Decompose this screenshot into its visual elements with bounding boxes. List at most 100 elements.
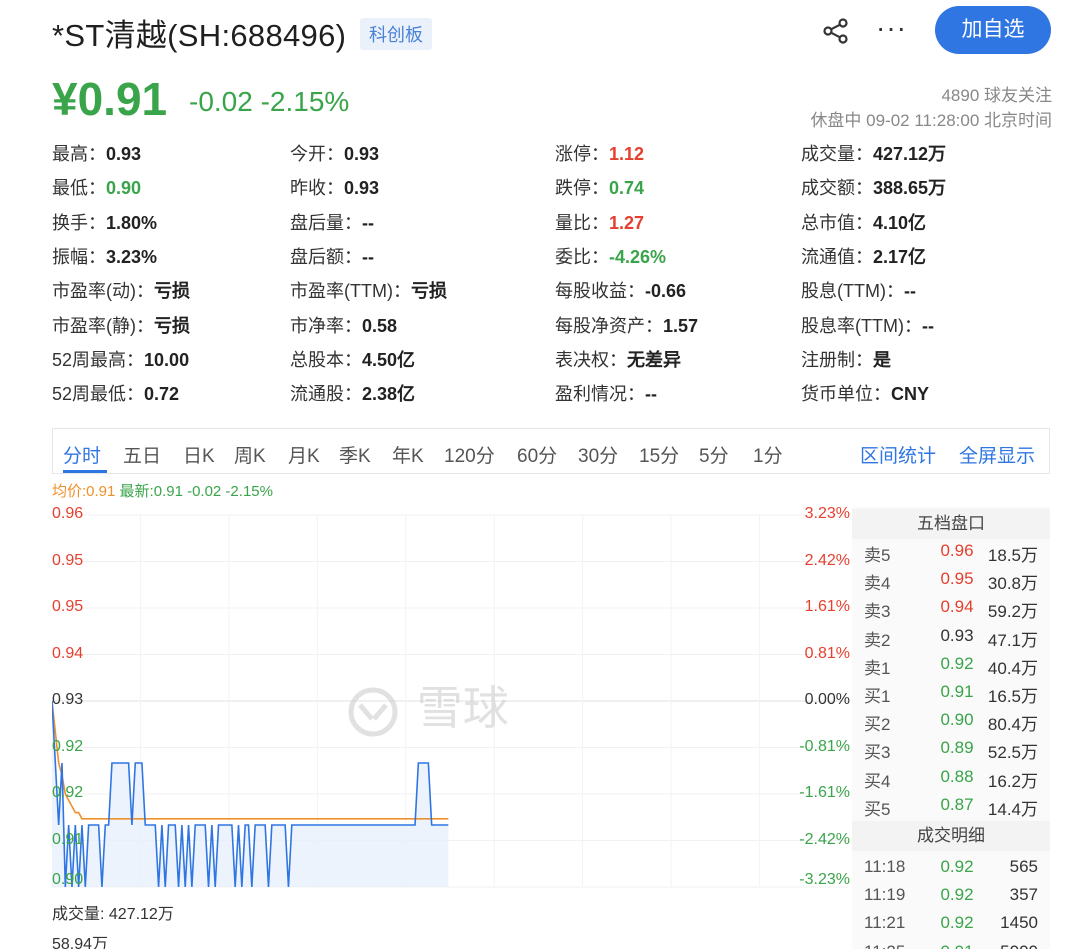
stat-value: 2.38亿 <box>362 384 416 405</box>
stat-label: 委比： <box>555 246 609 267</box>
stat-item: 成交额：388.65万 <box>801 174 946 200</box>
stat-label: 注册制： <box>801 349 873 370</box>
order-book-row[interactable]: 买2 0.90 80.4万 <box>852 706 1050 734</box>
order-book-row[interactable]: 卖4 0.95 30.8万 <box>852 565 1050 593</box>
share-icon[interactable] <box>822 18 850 44</box>
order-level-label: 卖2 <box>864 630 891 650</box>
stat-item: 换手：1.80% <box>52 209 157 235</box>
tab-period-3[interactable]: 周K <box>234 441 266 468</box>
order-price: 0.92 <box>940 653 974 673</box>
volume-label: 成交量: 427.12万 <box>52 906 174 923</box>
order-book-row[interactable]: 买3 0.89 52.5万 <box>852 734 1050 762</box>
order-book-row[interactable]: 卖2 0.93 47.1万 <box>852 622 1050 650</box>
tab-period-5[interactable]: 季K <box>339 441 371 468</box>
tab-timeshare[interactable]: 分时 <box>63 441 101 468</box>
tab-period-7[interactable]: 120分 <box>444 441 495 468</box>
stat-label: 最低： <box>52 178 106 199</box>
tab-period-4[interactable]: 月K <box>288 441 320 468</box>
order-quantity: 52.5万 <box>987 743 1038 763</box>
tab-period-6[interactable]: 年K <box>392 441 424 468</box>
stat-item: 市盈率(静)：亏损 <box>52 312 190 338</box>
stat-item: 盈利情况：-- <box>555 380 657 406</box>
tab-period-2[interactable]: 日K <box>183 441 215 468</box>
order-book-row[interactable]: 买1 0.91 16.5万 <box>852 678 1050 706</box>
order-price: 0.90 <box>940 710 974 730</box>
stat-label: 流通股： <box>290 384 362 405</box>
y-axis-percent-label: 3.23% <box>804 505 850 522</box>
stat-item: 市盈率(动)：亏损 <box>52 277 190 303</box>
stat-item: 总市值：4.10亿 <box>801 209 926 235</box>
y-axis-percent-label: 2.42% <box>804 551 850 569</box>
tab-period-1[interactable]: 五日 <box>123 441 161 468</box>
order-book-row[interactable]: 卖5 0.96 18.5万 <box>852 537 1050 565</box>
order-book-panel: 五档盘口 卖5 0.96 18.5万 卖4 0.95 30.8万 卖3 0.94 59.2万 卖2 0… <box>852 507 1050 949</box>
order-quantity: 47.1万 <box>987 630 1038 650</box>
latest-price-legend: 最新:0.91 -0.02 -2.15% <box>119 483 273 500</box>
fullscreen-button[interactable]: 全屏显示 <box>959 441 1035 468</box>
followers-count[interactable]: 4890 球友关注 <box>941 81 1052 106</box>
order-book-row[interactable]: 买4 0.88 16.2万 <box>852 763 1050 791</box>
order-level-label: 买5 <box>864 799 891 819</box>
trade-volume: 5000 <box>1000 942 1038 949</box>
y-axis-price-label: 0.95 <box>52 598 84 615</box>
stat-value: 1.27 <box>609 212 645 233</box>
stat-value: 10.00 <box>144 349 190 370</box>
stat-label: 跌停： <box>555 178 609 199</box>
order-price: 0.91 <box>940 682 974 701</box>
stat-item: 委比：-4.26% <box>555 243 666 269</box>
stat-item: 股息(TTM)：-- <box>801 277 916 303</box>
order-book-row[interactable]: 买5 0.87 14.4万 <box>852 791 1050 819</box>
stat-value: CNY <box>891 384 930 405</box>
more-icon[interactable]: ··· <box>876 12 907 44</box>
tab-period-10[interactable]: 15分 <box>639 441 679 468</box>
stat-value: 4.50亿 <box>362 349 416 370</box>
order-book-title: 五档盘口 <box>852 509 1050 539</box>
stat-value: 是 <box>873 349 891 370</box>
range-stats-button[interactable]: 区间统计 <box>860 441 936 468</box>
stat-value: 4.10亿 <box>873 212 927 233</box>
tab-period-11[interactable]: 5分 <box>699 441 729 468</box>
trade-price: 0.91 <box>928 942 986 949</box>
stat-label: 货币单位： <box>801 384 891 405</box>
y-axis-price-label: 0.92 <box>52 784 84 801</box>
stat-value: 0.93 <box>106 144 142 164</box>
y-axis-price-label: 0.93 <box>52 691 84 708</box>
trade-volume: 565 <box>1009 857 1038 876</box>
stock-header: *ST清越(SH:688496) 科创板 ··· 加自选 <box>52 6 1052 56</box>
tab-period-8[interactable]: 60分 <box>517 441 557 468</box>
stat-value: 0.58 <box>362 315 398 336</box>
stat-label: 每股净资产： <box>555 315 663 336</box>
stat-item: 每股收益：-0.66 <box>555 277 686 303</box>
trade-price: 0.92 <box>940 913 974 933</box>
order-book-row[interactable]: 卖1 0.92 40.4万 <box>852 650 1050 678</box>
stat-label: 盈利情况： <box>555 384 645 405</box>
trade-volume: 1450 <box>1000 913 1038 933</box>
stat-label: 今开： <box>290 144 344 164</box>
stat-label: 每股收益： <box>555 281 645 302</box>
stat-item: 昨收：0.93 <box>290 174 379 200</box>
stat-item: 盘后额：-- <box>290 243 374 269</box>
y-axis-percent-label: -2.42% <box>799 830 850 848</box>
order-quantity: 40.4万 <box>987 658 1038 678</box>
stat-value: -0.66 <box>645 281 687 302</box>
stat-item: 成交量：427.12万 <box>801 140 946 166</box>
stat-label: 总股本： <box>290 349 362 370</box>
stat-label: 市净率： <box>290 315 362 336</box>
stat-item: 总股本：4.50亿 <box>290 346 415 372</box>
tab-period-12[interactable]: 1分 <box>753 441 783 468</box>
add-watchlist-button[interactable]: 加自选 <box>935 6 1051 54</box>
watermark: 雪球 <box>342 672 509 738</box>
order-level-label: 买4 <box>864 771 891 791</box>
board-tag[interactable]: 科创板 <box>360 18 432 50</box>
y-axis-percent-label: 0.81% <box>804 644 850 662</box>
stat-item: 跌停：0.74 <box>555 174 644 200</box>
stat-label: 盘后量： <box>290 212 362 233</box>
trade-row: 11:21 0.92 1450 <box>852 909 1050 937</box>
order-book-row[interactable]: 卖3 0.94 59.2万 <box>852 593 1050 621</box>
y-axis-price-label: 0.91 <box>52 830 84 848</box>
order-quantity: 80.4万 <box>987 715 1038 735</box>
trade-volume: 357 <box>1009 885 1038 905</box>
order-level-label: 卖1 <box>864 658 891 678</box>
tab-period-9[interactable]: 30分 <box>578 441 618 468</box>
order-price: 0.96 <box>940 541 974 560</box>
